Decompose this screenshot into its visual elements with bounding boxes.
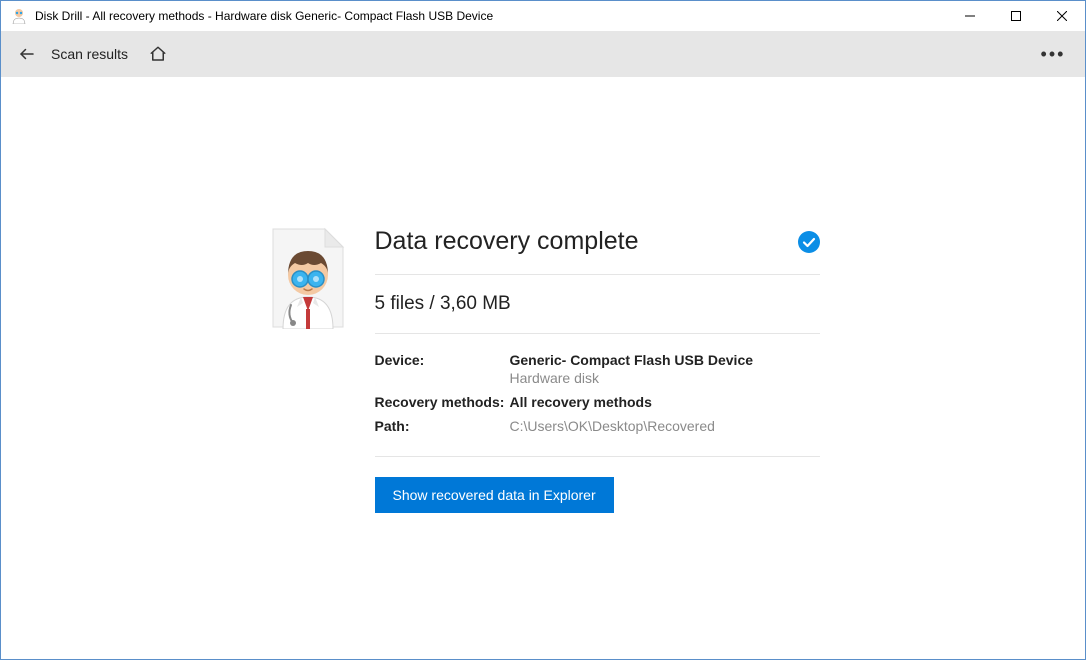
- app-window: Disk Drill - All recovery methods - Hard…: [0, 0, 1086, 660]
- device-label: Device:: [375, 352, 510, 386]
- details-block: Device: Generic- Compact Flash USB Devic…: [375, 334, 820, 457]
- window-title: Disk Drill - All recovery methods - Hard…: [35, 9, 947, 23]
- device-sub: Hardware disk: [510, 370, 820, 386]
- info-column: Data recovery complete 5 files / 3,60 MB…: [375, 227, 820, 513]
- more-button[interactable]: •••: [1035, 42, 1071, 66]
- home-button[interactable]: [146, 42, 170, 66]
- minimize-button[interactable]: [947, 1, 993, 31]
- titlebar: Disk Drill - All recovery methods - Hard…: [1, 1, 1085, 31]
- methods-label: Recovery methods:: [375, 394, 510, 410]
- path-row: Path: C:\Users\OK\Desktop\Recovered: [375, 414, 820, 438]
- methods-row: Recovery methods: All recovery methods: [375, 390, 820, 414]
- action-row: Show recovered data in Explorer: [375, 457, 820, 513]
- page-label: Scan results: [51, 46, 128, 62]
- result-heading: Data recovery complete: [375, 227, 639, 256]
- content-area: Data recovery complete 5 files / 3,60 MB…: [1, 77, 1085, 659]
- summary-text: 5 files / 3,60 MB: [375, 275, 820, 334]
- show-in-explorer-button[interactable]: Show recovered data in Explorer: [375, 477, 614, 513]
- device-value: Generic- Compact Flash USB Device Hardwa…: [510, 352, 820, 386]
- device-row: Device: Generic- Compact Flash USB Devic…: [375, 348, 820, 390]
- doctor-file-illustration: [267, 227, 349, 513]
- device-name: Generic- Compact Flash USB Device: [510, 352, 754, 368]
- back-button[interactable]: [15, 42, 39, 66]
- path-value: C:\Users\OK\Desktop\Recovered: [510, 418, 820, 434]
- toolbar: Scan results •••: [1, 31, 1085, 77]
- app-icon: [11, 8, 27, 24]
- result-panel: Data recovery complete 5 files / 3,60 MB…: [267, 227, 820, 513]
- close-button[interactable]: [1039, 1, 1085, 31]
- maximize-button[interactable]: [993, 1, 1039, 31]
- heading-row: Data recovery complete: [375, 227, 820, 275]
- success-check-icon: [798, 231, 820, 253]
- path-label: Path:: [375, 418, 510, 434]
- methods-value: All recovery methods: [510, 394, 820, 410]
- window-controls: [947, 1, 1085, 31]
